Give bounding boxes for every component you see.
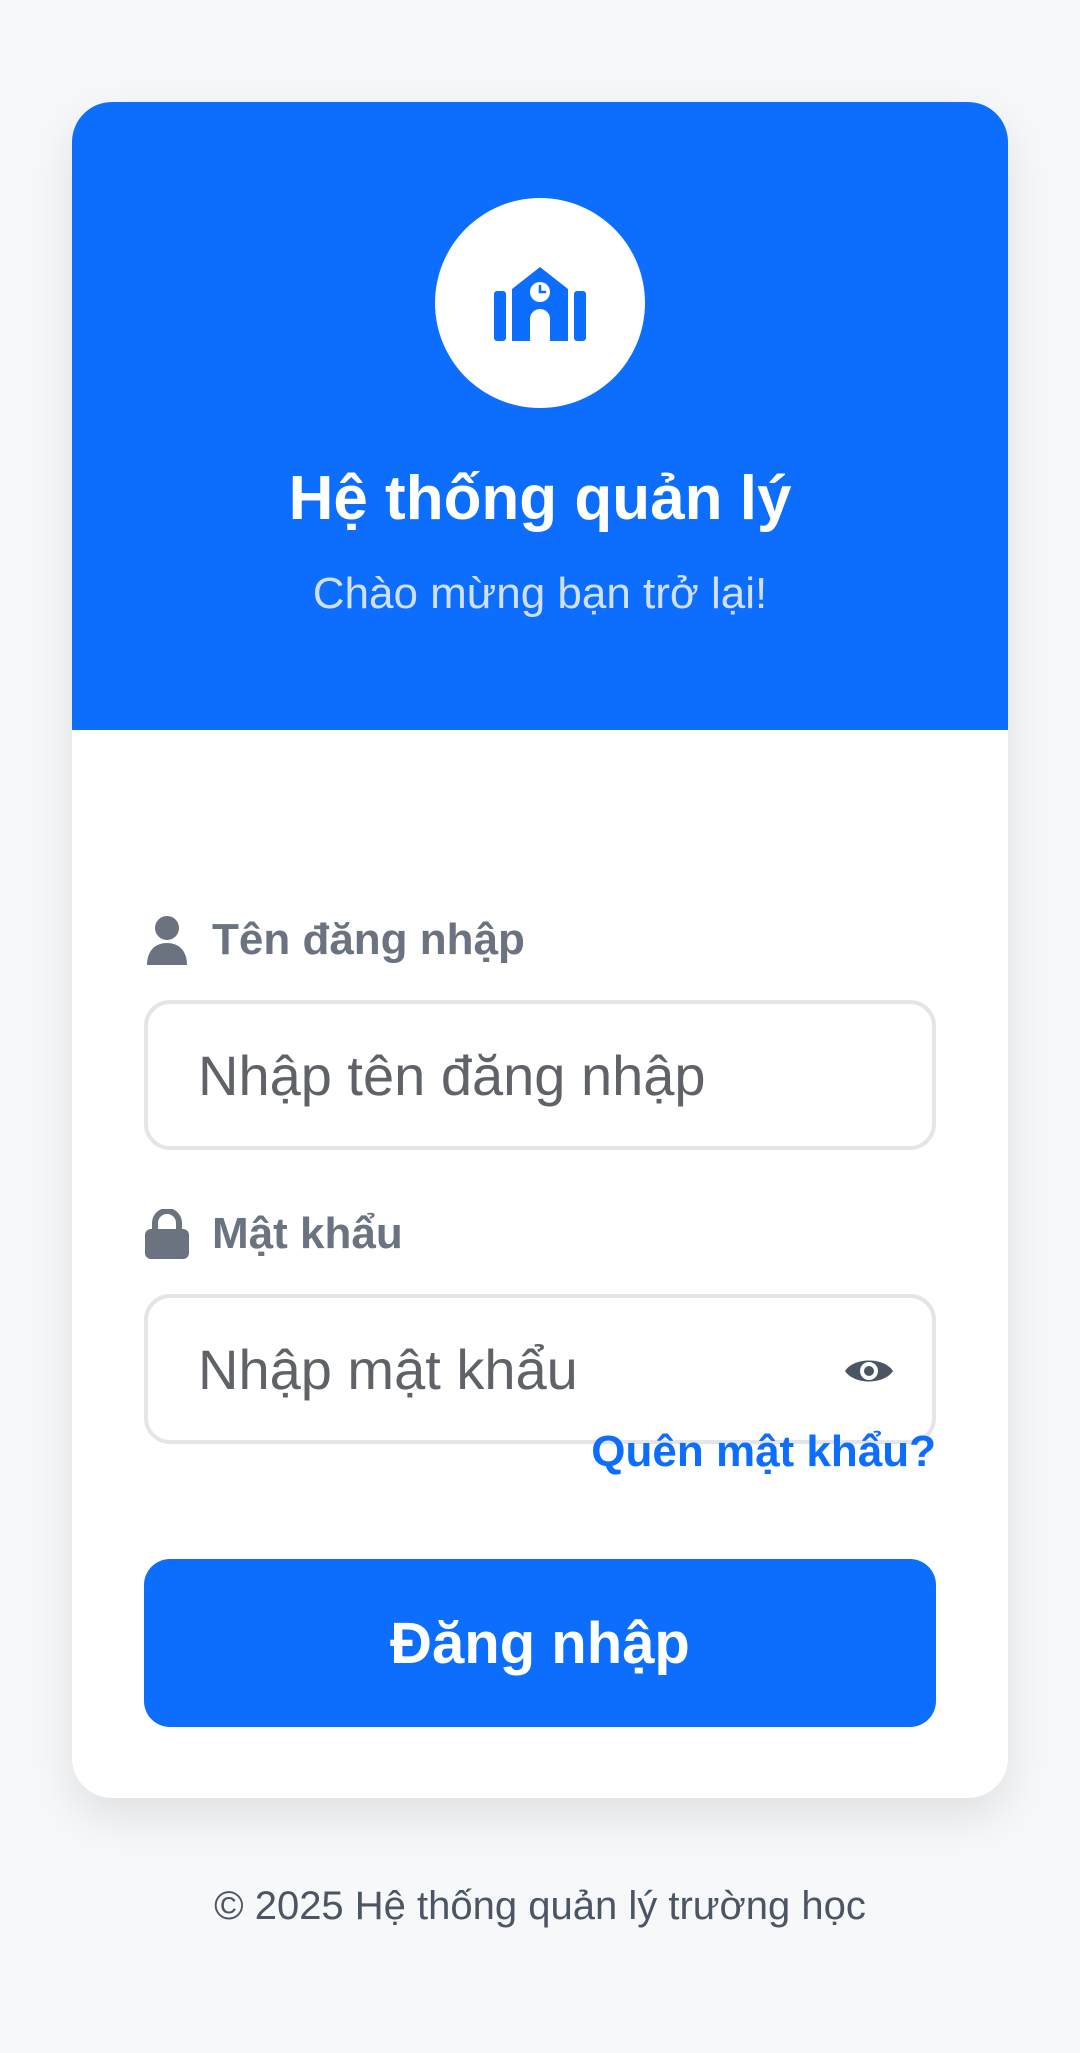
card-header: Hệ thống quản lý Chào mừng bạn trở lại! [72,102,1008,730]
username-input[interactable] [198,1004,838,1146]
password-label: Mật khẩu [144,1204,403,1264]
show-password-toggle[interactable] [842,1344,896,1398]
user-icon [144,915,190,965]
app-title: Hệ thống quản lý [288,464,792,533]
lock-icon [144,1209,190,1259]
forgot-password-link[interactable]: Quên mật khẩu? [591,1422,936,1482]
password-label-text: Mật khẩu [212,1209,403,1258]
username-field-box [144,1000,936,1150]
school-icon [494,267,586,341]
login-button[interactable]: Đăng nhập [144,1559,936,1727]
username-label: Tên đăng nhập [144,910,525,970]
welcome-subtitle: Chào mừng bạn trở lại! [312,569,768,618]
password-input[interactable] [198,1298,838,1440]
login-card: Hệ thống quản lý Chào mừng bạn trở lại! … [72,102,1008,1798]
logo-badge [435,198,645,408]
eye-icon [845,1360,893,1382]
username-label-text: Tên đăng nhập [212,915,525,964]
footer-copyright: © 2025 Hệ thống quản lý trường học [214,1884,866,1928]
